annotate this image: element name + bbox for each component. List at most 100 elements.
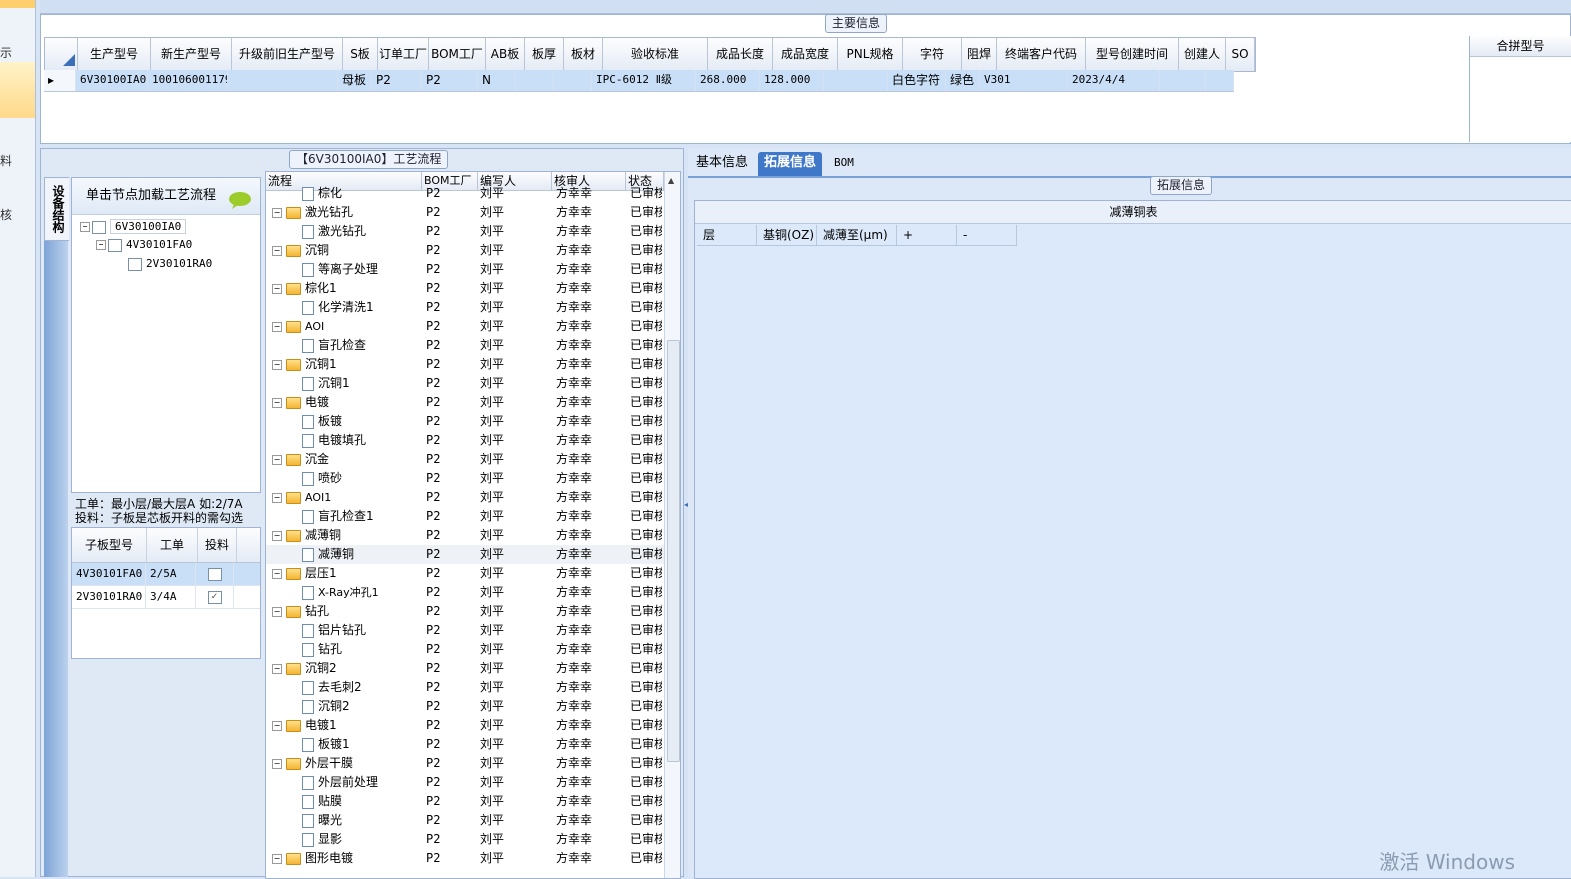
collapse-icon[interactable]: − (272, 493, 282, 503)
col-header[interactable]: 升级前旧生产型号 (232, 38, 343, 71)
collapse-icon[interactable]: − (272, 569, 282, 579)
collapse-icon[interactable]: − (272, 759, 282, 769)
process-row[interactable]: 电镀− P2 刘平 方幸幸 已审核 (266, 393, 664, 412)
col-header[interactable]: 阻焊 (962, 38, 997, 71)
collapse-icon[interactable]: − (272, 721, 282, 731)
col-header[interactable]: PNL规格 (838, 38, 903, 71)
sub-board-row[interactable]: 4V30101FA0 2/5A (72, 563, 260, 586)
tree-checkbox[interactable] (92, 220, 106, 234)
col-header[interactable]: 型号创建时间 (1086, 38, 1179, 71)
collapse-icon[interactable]: − (272, 664, 282, 674)
nav-selected-item[interactable] (0, 62, 35, 118)
reviewer-cell: 方幸幸 (556, 224, 593, 238)
feed-checkbox-checked[interactable]: ✓ (207, 591, 222, 604)
collapse-icon[interactable]: − (272, 398, 282, 408)
col-header[interactable]: 验收标准 (603, 38, 708, 71)
col-header[interactable]: 订单工厂 (378, 38, 429, 71)
process-row[interactable]: 棕化 P2 刘平 方幸幸 已审核 (266, 184, 664, 203)
collapse-icon[interactable]: − (272, 531, 282, 541)
collapse-icon[interactable]: − (272, 360, 282, 370)
collapse-icon[interactable]: − (96, 240, 106, 250)
tree-checkbox[interactable] (128, 257, 142, 271)
process-row[interactable]: 棕化1− P2 刘平 方幸幸 已审核 (266, 279, 664, 298)
process-row[interactable]: 外层干膜− P2 刘平 方幸幸 已审核 (266, 754, 664, 773)
add-column-button[interactable]: + (897, 225, 957, 245)
col-header[interactable]: 成品宽度 (773, 38, 838, 71)
process-row[interactable]: 钻孔 P2 刘平 方幸幸 已审核 (266, 640, 664, 659)
process-row[interactable]: 贴膜 P2 刘平 方幸幸 已审核 (266, 792, 664, 811)
tab-extended-info[interactable]: 拓展信息 (758, 152, 823, 176)
process-row[interactable]: 铝片钻孔 P2 刘平 方幸幸 已审核 (266, 621, 664, 640)
process-row[interactable]: 电镀1− P2 刘平 方幸幸 已审核 (266, 716, 664, 735)
collapse-icon[interactable]: − (272, 455, 282, 465)
process-row[interactable]: 沉铜1− P2 刘平 方幸幸 已审核 (266, 355, 664, 374)
process-row[interactable]: 电镀填孔 P2 刘平 方幸幸 已审核 (266, 431, 664, 450)
process-row[interactable]: 钻孔− P2 刘平 方幸幸 已审核 (266, 602, 664, 621)
process-row[interactable]: 沉铜2− P2 刘平 方幸幸 已审核 (266, 659, 664, 678)
process-row[interactable]: 外层前处理 P2 刘平 方幸幸 已审核 (266, 773, 664, 792)
scrollbar-thumb[interactable] (667, 340, 680, 762)
tree-node-root[interactable]: −6V30100IA0 (80, 219, 187, 234)
process-row[interactable]: 沉铜1 P2 刘平 方幸幸 已审核 (266, 374, 664, 393)
col-header[interactable]: SO (1226, 38, 1255, 71)
collapse-icon[interactable]: − (272, 284, 282, 294)
tree-checkbox[interactable] (108, 238, 122, 252)
process-row[interactable]: 层压1− P2 刘平 方幸幸 已审核 (266, 564, 664, 583)
process-row[interactable]: 等离子处理 P2 刘平 方幸幸 已审核 (266, 260, 664, 279)
col-header[interactable]: 字符 (903, 38, 962, 71)
tree-node-child-1[interactable]: −4V30101FA0 (96, 238, 192, 252)
col-header[interactable]: 生产型号 (78, 38, 151, 71)
col-header[interactable]: 成品长度 (708, 38, 773, 71)
col-header[interactable]: 创建人 (1179, 38, 1226, 71)
collapse-icon[interactable]: − (272, 208, 282, 218)
collapse-icon[interactable]: − (272, 607, 282, 617)
process-row[interactable]: X-Ray冲孔1 P2 刘平 方幸幸 已审核 (266, 583, 664, 602)
process-row[interactable]: 激光钻孔 P2 刘平 方幸幸 已审核 (266, 222, 664, 241)
col-header[interactable]: AB板 (486, 38, 525, 71)
process-list-scrollbar[interactable]: ▲ (664, 172, 680, 878)
folder-icon (286, 852, 301, 865)
process-row[interactable]: AOI1− P2 刘平 方幸幸 已审核 (266, 488, 664, 507)
collapse-icon[interactable]: − (272, 322, 282, 332)
collapse-icon[interactable]: − (80, 222, 90, 232)
feed-checkbox[interactable] (207, 568, 222, 581)
nav-label-1[interactable]: 示 (0, 44, 16, 61)
process-row[interactable]: 盲孔检查1 P2 刘平 方幸幸 已审核 (266, 507, 664, 526)
col-header[interactable]: 板材 (564, 38, 603, 71)
process-row[interactable]: 盲孔检查 P2 刘平 方幸幸 已审核 (266, 336, 664, 355)
process-row[interactable]: 图形电镀− P2 刘平 方幸幸 已审核 (266, 849, 664, 868)
nav-label-3[interactable]: 核 (0, 206, 16, 223)
tree-node-child-2[interactable]: 2V30101RA0 (128, 257, 212, 271)
process-row[interactable]: 曝光 P2 刘平 方幸幸 已审核 (266, 811, 664, 830)
col-header[interactable]: BOM工厂 (429, 38, 486, 71)
scroll-up-arrow-icon[interactable]: ▲ (668, 176, 674, 185)
collapse-icon[interactable]: − (272, 246, 282, 256)
process-row[interactable]: 沉铜− P2 刘平 方幸幸 已审核 (266, 241, 664, 260)
process-row[interactable]: AOI− P2 刘平 方幸幸 已审核 (266, 317, 664, 336)
col-header[interactable]: 新生产型号 (151, 38, 232, 71)
process-row[interactable]: 板镀1 P2 刘平 方幸幸 已审核 (266, 735, 664, 754)
tab-bom[interactable]: BOM (828, 152, 860, 176)
process-row[interactable]: 显影 P2 刘平 方幸幸 已审核 (266, 830, 664, 849)
main-grid-row[interactable]: ▸6V30100IA010010600117997母板P2P2NIPC-6012… (44, 70, 1234, 92)
remove-column-button[interactable]: - (957, 225, 1017, 245)
process-row[interactable]: 激光钻孔− P2 刘平 方幸幸 已审核 (266, 203, 664, 222)
col-header[interactable]: S板 (343, 38, 378, 71)
process-row[interactable]: 化学清洗1 P2 刘平 方幸幸 已审核 (266, 298, 664, 317)
device-structure-tab[interactable]: 设备结构 (44, 177, 69, 241)
process-row[interactable]: 沉铜2 P2 刘平 方幸幸 已审核 (266, 697, 664, 716)
sub-board-row[interactable]: 2V30101RA0 3/4A ✓ (72, 586, 260, 609)
col-header[interactable]: 板厚 (525, 38, 564, 71)
tab-basic-info[interactable]: 基本信息 (690, 152, 754, 176)
process-row[interactable]: 去毛刺2 P2 刘平 方幸幸 已审核 (266, 678, 664, 697)
row-pointer-icon[interactable]: ▸ (44, 70, 76, 91)
process-row[interactable]: 喷砂 P2 刘平 方幸幸 已审核 (266, 469, 664, 488)
collapse-icon[interactable]: − (272, 854, 282, 864)
process-row[interactable]: 沉金− P2 刘平 方幸幸 已审核 (266, 450, 664, 469)
nav-label-2[interactable]: 料 (0, 152, 16, 169)
col-header[interactable]: 终端客户代码 (997, 38, 1086, 71)
process-row[interactable]: 减薄铜− P2 刘平 方幸幸 已审核 (266, 526, 664, 545)
row-selector-header[interactable] (45, 38, 78, 71)
process-row[interactable]: 减薄铜 P2 刘平 方幸幸 已审核 (266, 545, 664, 564)
process-row[interactable]: 板镀 P2 刘平 方幸幸 已审核 (266, 412, 664, 431)
